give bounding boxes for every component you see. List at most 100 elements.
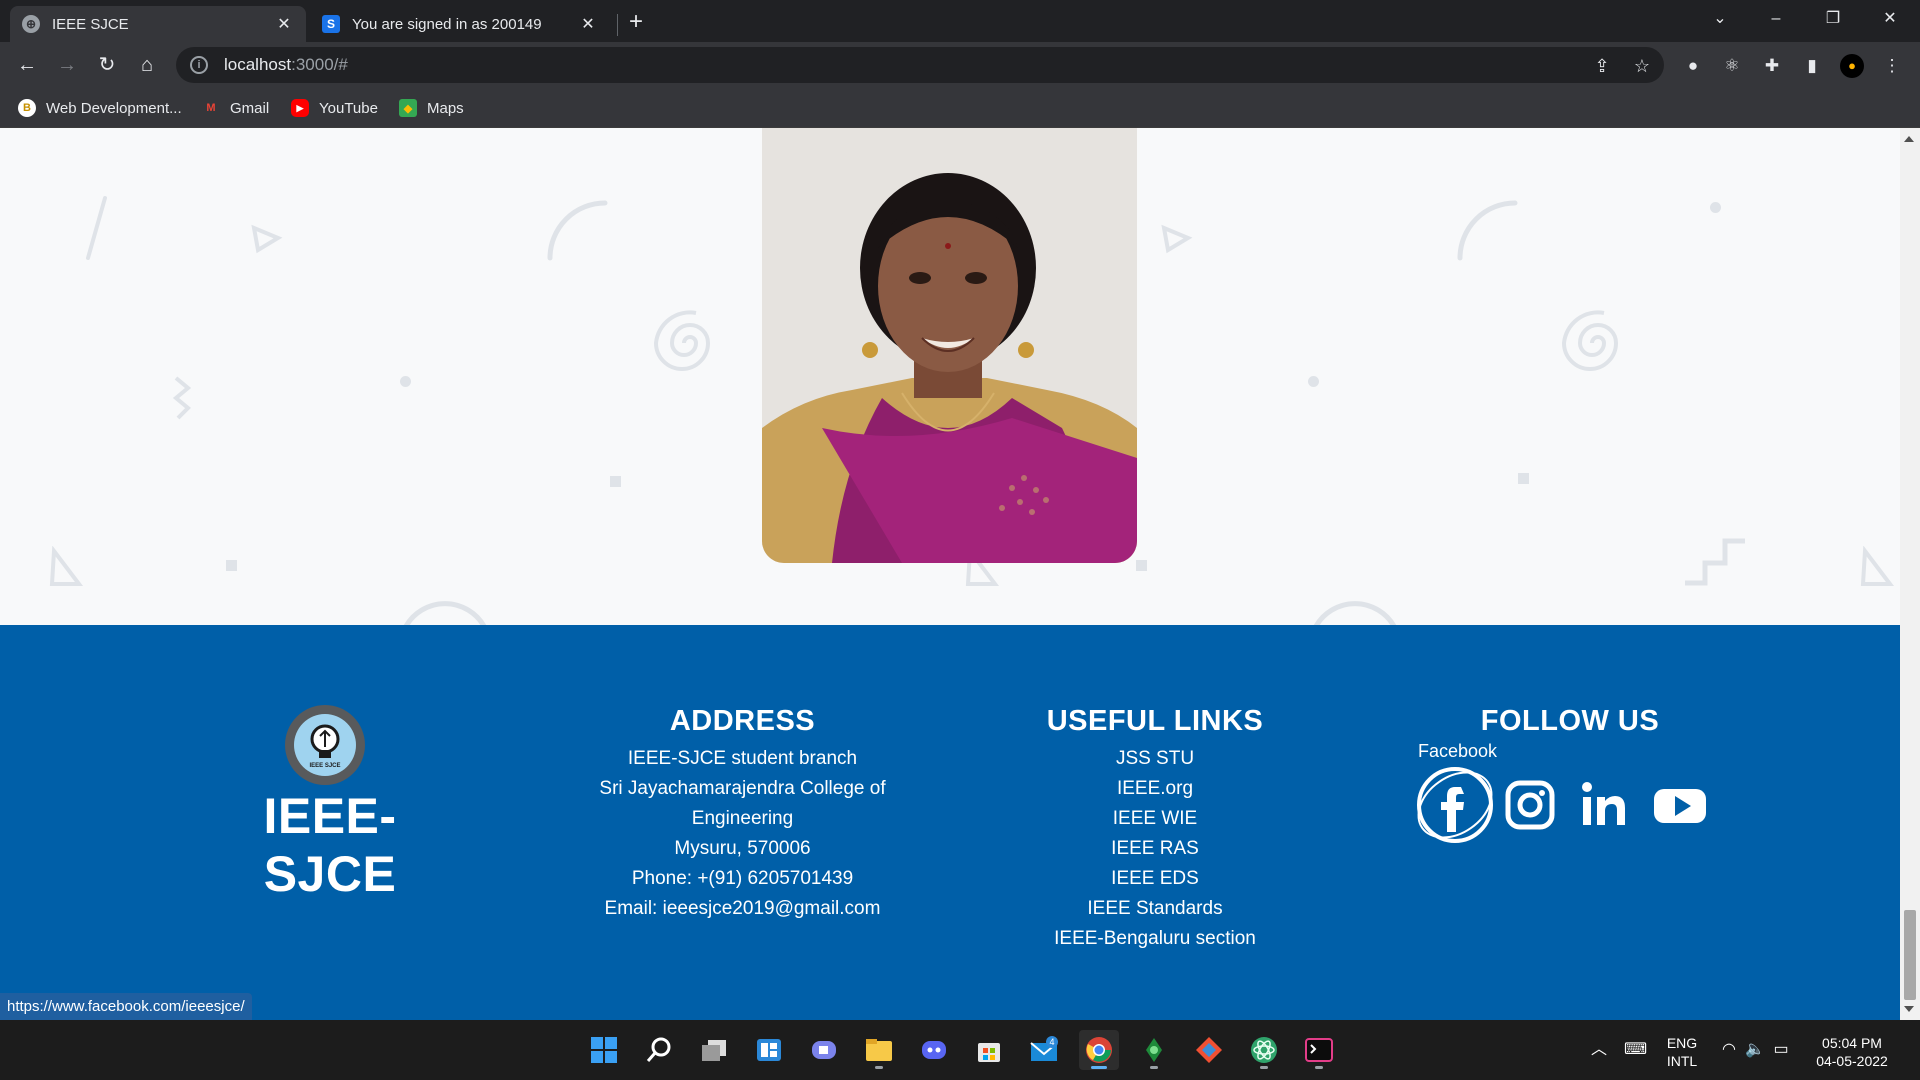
bookmark-web-development[interactable]: B Web Development... [18, 96, 182, 120]
decorative-dot [400, 376, 411, 387]
phone-text: Phone: +(91) 6205701439 [631, 868, 854, 889]
windows-start-icon[interactable] [584, 1030, 624, 1070]
microsoft-store-icon[interactable] [969, 1030, 1009, 1070]
terminal-icon[interactable] [1299, 1030, 1339, 1070]
bookmark-maps[interactable]: ◆ Maps [399, 96, 464, 120]
scroll-down-arrow-icon[interactable] [1904, 1006, 1914, 1012]
profile-avatar[interactable]: ● [1840, 54, 1864, 78]
decorative-square [610, 476, 621, 487]
battery-icon[interactable]: ▭ [1770, 1040, 1792, 1060]
page-viewport: IEEE SJCE IEEE-SJCE ADDRESS IEEE-SJCE st… [0, 128, 1920, 1020]
clock[interactable]: 05:04 PM 04-05-2022 [1810, 1034, 1894, 1070]
menu-kebab-icon[interactable]: ⋮ [1880, 54, 1904, 78]
link-ieee-wie[interactable]: IEEE WIE [1030, 804, 1280, 834]
back-button[interactable]: ← [12, 50, 42, 80]
tab-separator [617, 14, 618, 36]
input-language-indicator[interactable]: ENG INTL [1664, 1034, 1700, 1070]
useful-links-column: USEFUL LINKS JSS STU IEEE.org IEEE WIE I… [1030, 705, 1280, 954]
decorative-squiggle [172, 376, 192, 420]
bookmark-label: Maps [427, 99, 464, 117]
running-indicator [1150, 1066, 1158, 1069]
email-text: Email: ieeesjce2019@gmail.com [604, 898, 881, 919]
bookmark-label: Web Development... [46, 99, 182, 117]
link-ieee-standards[interactable]: IEEE Standards [1030, 894, 1280, 924]
touch-keyboard-icon[interactable]: ⌨ [1624, 1040, 1647, 1060]
site-info-icon[interactable]: i [190, 56, 208, 74]
share-icon[interactable]: ⇪ [1591, 55, 1613, 77]
discord-icon[interactable] [914, 1030, 954, 1070]
chrome-icon[interactable] [1079, 1030, 1119, 1070]
tab-search-chevron-icon[interactable]: ⌄ [1692, 0, 1748, 38]
scroll-up-arrow-icon[interactable] [1904, 136, 1914, 142]
decorative-dot [1308, 376, 1319, 387]
follow-us-heading: FOLLOW US [1480, 705, 1660, 737]
running-indicator [875, 1066, 883, 1069]
address-line: Sri Jayachamarajendra College of [599, 778, 886, 799]
link-ieee-bengaluru[interactable]: IEEE-Bengaluru section [1030, 924, 1280, 954]
clock-time: 05:04 PM [1822, 1035, 1882, 1051]
address-line: IEEE-SJCE student branch [627, 748, 858, 769]
team-section [0, 128, 1900, 625]
reload-button[interactable]: ↻ [92, 50, 122, 80]
show-hidden-icons-chevron-icon[interactable]: ︿ [1588, 1040, 1610, 1060]
address-line: Mysuru, 570006 [674, 838, 811, 859]
close-tab-icon[interactable]: ✕ [578, 14, 598, 34]
react-devtools-icon[interactable]: ⚛ [1720, 54, 1744, 78]
robo-icon[interactable] [1134, 1030, 1174, 1070]
tab-ieee-sjce[interactable]: ⊕ IEEE SJCE ✕ [10, 6, 306, 42]
link-jss-stu[interactable]: JSS STU [1030, 744, 1280, 774]
decorative-triangle [1161, 224, 1193, 254]
link-ieee-org[interactable]: IEEE.org [1030, 774, 1280, 804]
teams-chat-icon[interactable] [804, 1030, 844, 1070]
tab-title: IEEE SJCE [52, 15, 129, 33]
tab-signed-in[interactable]: S You are signed in as 200149 ✕ [310, 6, 610, 42]
bookmark-youtube[interactable]: ▶ YouTube [291, 96, 378, 120]
running-indicator [1315, 1066, 1323, 1069]
forward-button[interactable]: → [52, 50, 82, 80]
decorative-triangle [1860, 546, 1895, 586]
link-ieee-eds[interactable]: IEEE EDS [1030, 864, 1280, 894]
page-scrollbar[interactable] [1900, 128, 1920, 1020]
file-explorer-icon[interactable] [859, 1030, 899, 1070]
link-ieee-ras[interactable]: IEEE RAS [1030, 834, 1280, 864]
git-icon[interactable] [1189, 1030, 1229, 1070]
extensions-puzzle-icon[interactable]: ✚ [1760, 54, 1784, 78]
task-view-icon[interactable] [694, 1030, 734, 1070]
linkedin-icon[interactable] [1565, 765, 1645, 845]
bookmark-star-icon[interactable]: ☆ [1631, 55, 1653, 77]
useful-links-heading: USEFUL LINKS [1046, 705, 1264, 737]
running-indicator [1091, 1066, 1107, 1069]
home-button[interactable]: ⌂ [132, 50, 162, 80]
facebook-icon[interactable] [1415, 765, 1495, 845]
instagram-icon[interactable] [1490, 765, 1570, 845]
atom-icon[interactable] [1244, 1030, 1284, 1070]
decorative-zigzag [1685, 538, 1745, 586]
extension-icon[interactable]: ● [1681, 54, 1705, 78]
decorative-square [1136, 560, 1147, 571]
browser-tab-strip: ⊕ IEEE SJCE ✕ S You are signed in as 200… [0, 0, 1920, 42]
volume-icon[interactable]: 🔈 [1744, 1040, 1766, 1060]
address-bar[interactable]: i localhost:3000/# ⇪ ☆ [176, 47, 1664, 83]
decorative-line [86, 196, 107, 260]
search-icon[interactable] [639, 1030, 679, 1070]
decorative-spiral [653, 310, 711, 371]
decorative-square [226, 560, 237, 571]
side-panel-icon[interactable]: ▮ [1800, 54, 1824, 78]
decorative-dot [1710, 202, 1721, 213]
restore-button[interactable]: ❐ [1805, 0, 1861, 38]
maps-icon: ◆ [399, 99, 417, 117]
address-column: ADDRESS IEEE-SJCE student branch Sri Jay… [585, 705, 900, 924]
close-tab-icon[interactable]: ✕ [274, 14, 294, 34]
widgets-icon[interactable] [749, 1030, 789, 1070]
member-portrait-photo [762, 128, 1137, 563]
mail-icon[interactable]: 4 [1024, 1030, 1064, 1070]
close-window-button[interactable]: ✕ [1862, 0, 1918, 38]
decorative-triangle [251, 224, 283, 254]
scrollbar-thumb[interactable] [1904, 910, 1916, 1000]
bookmark-gmail[interactable]: M Gmail [202, 96, 269, 120]
youtube-icon[interactable] [1640, 765, 1720, 845]
minimize-button[interactable]: – [1748, 0, 1804, 38]
new-tab-button[interactable]: + [622, 8, 650, 36]
wifi-icon[interactable]: ◠ [1718, 1040, 1740, 1060]
bookmark-favicon: B [18, 99, 36, 117]
